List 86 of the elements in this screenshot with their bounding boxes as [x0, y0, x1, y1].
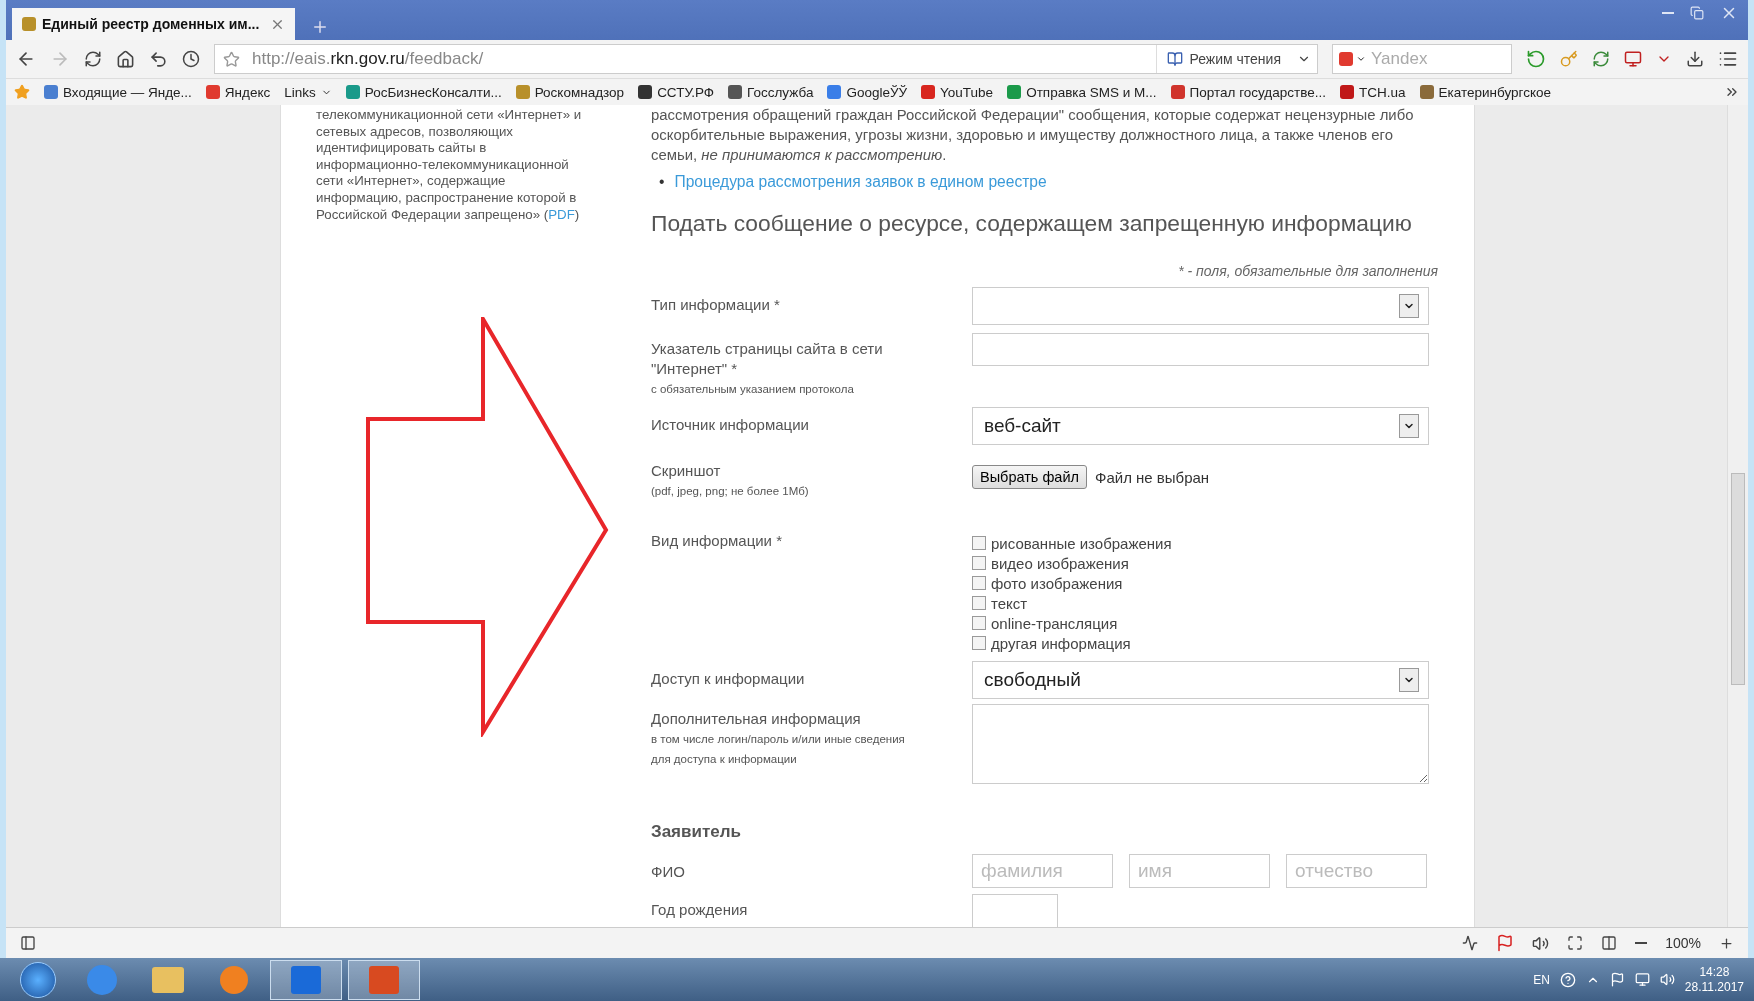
- choose-file-button[interactable]: Выбрать файл: [972, 465, 1087, 489]
- checkbox-label: online-трансляция: [991, 614, 1118, 632]
- help-icon: [1559, 971, 1576, 988]
- input-field[interactable]: имя: [1129, 854, 1270, 888]
- checkbox[interactable]: [972, 636, 986, 650]
- field-hint: (pdf, jpeg, png; не более 1Мб): [651, 484, 810, 499]
- bookmark[interactable]: РосБизнесКонсалти...: [345, 84, 502, 100]
- reader-mode-button[interactable]: Режим чтения: [1156, 45, 1291, 73]
- sound-icon[interactable]: [1532, 934, 1550, 952]
- checkbox[interactable]: [972, 616, 986, 630]
- activity-icon[interactable]: [1462, 935, 1479, 951]
- checkbox-label: текст: [991, 594, 1028, 612]
- checkbox[interactable]: [972, 556, 986, 570]
- field-label: Доступ к информации: [651, 669, 806, 689]
- field-label: ФИО: [651, 862, 686, 882]
- flag-icon: [1609, 972, 1625, 987]
- clock[interactable]: 14:28 28.11.2017: [1684, 964, 1744, 995]
- key-button[interactable]: [1560, 50, 1578, 68]
- field-label: Скриншот: [651, 461, 722, 481]
- intro-paragraph: рассмотрения обращений граждан Российской Федерации" сообщения, которые содержат нецензурные либо оскорбительные выражения, угрозы жизни, здоровью и имуществу должностного лица, а также членов его семьи, не принимаются к рассмотрению.: [651, 106, 1415, 165]
- dropdown[interactable]: веб-сайт: [972, 407, 1429, 445]
- sidebar-text: телекоммуникационной сети «Интернет» и сетевых адресов, позволяющих идентифицировать сайты в информационно-телекоммуникационной сети «Интернет», содержащие информацию, распространение которой в Российской Федерации запрещено» (PDF): [316, 107, 583, 224]
- field-label: Год рождения: [651, 900, 749, 920]
- star-icon: [14, 84, 30, 100]
- input-field[interactable]: отчество: [1286, 854, 1427, 888]
- browser-tab[interactable]: Единый реестр доменных им...: [12, 8, 295, 40]
- undo-button[interactable]: [149, 49, 168, 69]
- star-icon: [223, 50, 240, 68]
- download-button[interactable]: [1686, 50, 1704, 68]
- restore-icon: [1690, 6, 1704, 20]
- field-label: Вид информации *: [651, 531, 783, 551]
- field-label: Источник информации: [651, 415, 810, 435]
- bookmark[interactable]: ССТУ.РФ: [638, 84, 715, 100]
- sync-button[interactable]: [1526, 49, 1546, 69]
- bullet-mark: •: [659, 173, 665, 191]
- field-label: Указатель страницы сайта в сети "Интернет" *: [651, 339, 884, 379]
- language-indicator[interactable]: EN: [1533, 972, 1550, 987]
- home-button[interactable]: [116, 49, 135, 69]
- bookmark[interactable]: Роскомнадзор: [515, 84, 625, 100]
- bookmark[interactable]: Госслужба: [728, 84, 814, 100]
- extension-button[interactable]: [1624, 50, 1642, 68]
- checkbox-label: фото изображения: [991, 574, 1123, 592]
- dropdown[interactable]: свободный: [972, 661, 1429, 699]
- checkbox[interactable]: [972, 576, 986, 590]
- section-heading: Заявитель: [651, 822, 742, 842]
- form-heading: Подать сообщение о ресурсе, содержащем запрещенную информацию: [651, 210, 1413, 237]
- history-button[interactable]: [182, 50, 200, 68]
- caret-icon: [1356, 54, 1366, 64]
- field-hint: с обязательным указанием протокола: [651, 382, 855, 397]
- bookmark[interactable]: Отправка SMS и М...: [1007, 84, 1157, 100]
- checkbox-label: другая информация: [991, 634, 1131, 652]
- zoom-level: 100%: [1665, 935, 1701, 951]
- minus-icon: [1635, 942, 1648, 944]
- minimize-icon: [1662, 12, 1674, 14]
- bookmark[interactable]: TCH.ua: [1340, 84, 1406, 100]
- bookmark[interactable]: Портал государстве...: [1170, 84, 1326, 100]
- bookmark[interactable]: Входящие — Янде...: [44, 84, 192, 100]
- bookmark[interactable]: Екатеринбургское: [1419, 84, 1551, 100]
- checkbox-label: видео изображения: [991, 554, 1129, 572]
- zoom-in-button[interactable]: [1719, 935, 1734, 951]
- sidebar-toggle-icon[interactable]: [20, 935, 36, 951]
- bookmark[interactable]: Links: [284, 84, 332, 100]
- input-field[interactable]: [972, 333, 1429, 366]
- file-status: Файл не выбран: [1095, 468, 1210, 486]
- field-label: Тип информации *: [651, 295, 781, 315]
- checkbox-label: рисованные изображения: [991, 534, 1172, 552]
- input-field[interactable]: фамилия: [972, 854, 1113, 888]
- input-field[interactable]: [972, 894, 1058, 927]
- reload-button[interactable]: [84, 50, 102, 68]
- bookmark[interactable]: YouTube: [921, 84, 994, 100]
- required-note: * - поля, обязательные для заполнения: [1177, 263, 1438, 279]
- book-icon: [1167, 51, 1184, 67]
- field-label: Дополнительная информация: [651, 709, 862, 729]
- search-field[interactable]: Yandex: [1332, 44, 1512, 74]
- address-bar[interactable]: http://eais.rkn.gov.ru/feedback/ Режим чтения: [214, 44, 1318, 74]
- checkbox[interactable]: [972, 536, 986, 550]
- volume-icon: [1659, 972, 1675, 987]
- checkbox[interactable]: [972, 596, 986, 610]
- field-hint: в том числе логин/пароль и/или иные сведения для доступа к информации: [651, 732, 906, 767]
- fullscreen-icon[interactable]: [1567, 935, 1584, 951]
- bookmark[interactable]: Яндекс: [205, 84, 271, 100]
- plus-icon: [311, 18, 329, 36]
- menu-button[interactable]: [1718, 49, 1738, 69]
- bookmark[interactable]: GoogleЎЎ: [827, 84, 908, 100]
- split-view-icon[interactable]: [1601, 935, 1618, 951]
- restore-button[interactable]: [1690, 4, 1704, 22]
